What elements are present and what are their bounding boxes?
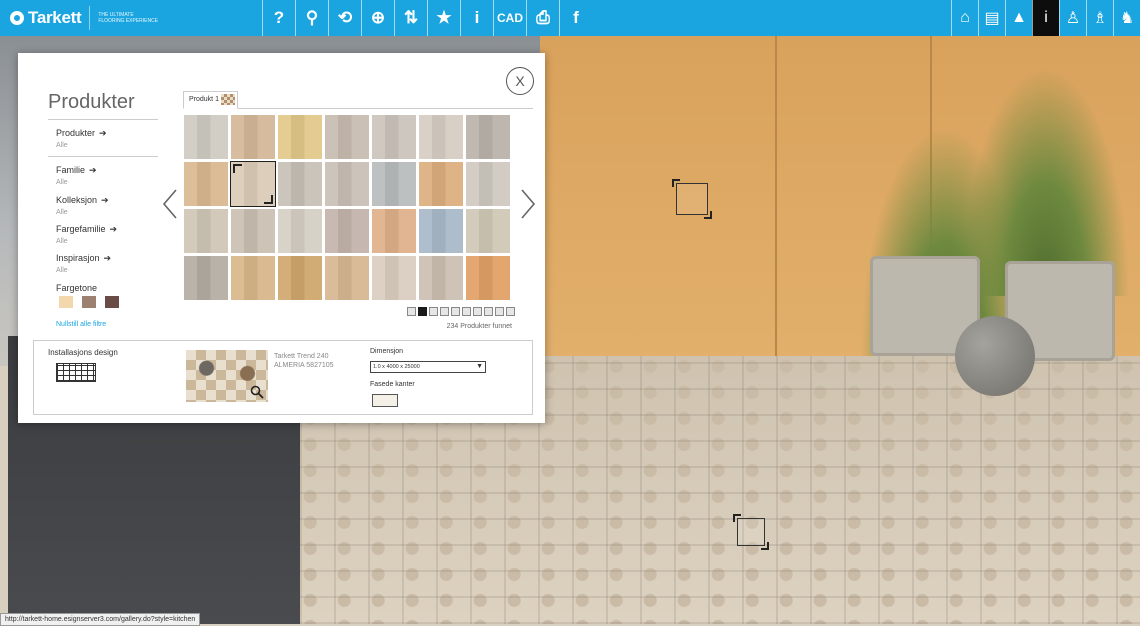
product-tile[interactable] — [325, 115, 369, 159]
floor-selection-marker[interactable] — [733, 514, 769, 550]
tarkett-logo[interactable]: Tarkett THE ULTIMATE FLOORING EXPERIENCE — [0, 0, 158, 36]
panel-title: Produkter — [48, 91, 135, 113]
product-tile[interactable] — [184, 256, 228, 300]
magnifier-icon[interactable] — [250, 385, 264, 399]
product-grid — [184, 115, 512, 302]
bevel-label: Fasede kanter — [370, 381, 415, 388]
next-page-arrow[interactable] — [520, 189, 536, 219]
page-dot[interactable] — [495, 307, 504, 316]
product-tile[interactable] — [372, 209, 416, 253]
dimension-select[interactable]: 1.0 x 4000 x 25000 ▼ — [370, 361, 486, 373]
product-tile[interactable] — [466, 256, 510, 300]
products-found-count: 234 Produkter funnet — [446, 323, 512, 330]
filter-kolleksjon[interactable]: Kolleksjon ➔ Alle — [56, 195, 109, 216]
dimension-label: Dimensjon — [370, 348, 404, 355]
filter-produkter[interactable]: Produkter ➔ Alle — [56, 128, 107, 149]
round-vase — [955, 316, 1035, 396]
product-tile[interactable] — [325, 162, 369, 206]
chevron-down-icon: ▼ — [476, 363, 483, 370]
logo-tagline: THE ULTIMATE FLOORING EXPERIENCE — [98, 12, 159, 24]
kitchen-icon[interactable]: ▤ — [978, 0, 1005, 36]
close-button[interactable]: X — [506, 67, 534, 95]
product-tile[interactable] — [372, 115, 416, 159]
fargetone-label: Fargetone — [56, 283, 98, 293]
rotate-icon[interactable]: ⟲ — [328, 0, 361, 36]
product-tile[interactable] — [231, 209, 275, 253]
info-panel-icon[interactable]: i — [1032, 0, 1059, 36]
product-tile[interactable] — [419, 115, 463, 159]
chair-icon[interactable]: ♙ — [1059, 0, 1086, 36]
install-pattern-grid-icon[interactable] — [56, 363, 96, 382]
page-dot[interactable] — [451, 307, 460, 316]
product-tile[interactable] — [466, 162, 510, 206]
product-tile[interactable] — [278, 256, 322, 300]
product-tile[interactable] — [419, 256, 463, 300]
product-tile[interactable] — [325, 256, 369, 300]
product-tile[interactable] — [372, 162, 416, 206]
color-tone-dark[interactable] — [105, 296, 119, 308]
compare-icon[interactable]: ⇅ — [394, 0, 427, 36]
product-tile[interactable] — [372, 256, 416, 300]
page-dot[interactable] — [473, 307, 482, 316]
product-tile[interactable] — [419, 162, 463, 206]
main-toolbar: ? ⚲ ⟲ ⊕ ⇅ ★ i CAD ⎙ f — [262, 0, 592, 36]
logo-mark-icon — [10, 11, 24, 25]
wall-selection-marker[interactable] — [672, 179, 712, 219]
page-dot[interactable] — [506, 307, 515, 316]
product-tile[interactable] — [419, 209, 463, 253]
rocking-horse-icon[interactable]: ♞ — [1113, 0, 1140, 36]
filter-inspirasjon[interactable]: Inspirasjon ➔ Alle — [56, 253, 111, 274]
installation-box: Installasjons design Tarkett Trend 240 A… — [33, 340, 533, 415]
tab-produkt-1[interactable]: Produkt 1 — [183, 91, 238, 109]
page-dot[interactable] — [462, 307, 471, 316]
pagination — [407, 307, 515, 316]
zoom-icon[interactable]: ⊕ — [361, 0, 394, 36]
top-bar: Tarkett THE ULTIMATE FLOORING EXPERIENCE… — [0, 0, 1140, 36]
product-panel: Produkter Produkter ➔ Alle Familie ➔ Alle … — [18, 53, 545, 423]
product-tile[interactable] — [278, 209, 322, 253]
lamp-icon[interactable]: ♗ — [1086, 0, 1113, 36]
page-dot[interactable] — [440, 307, 449, 316]
help-icon[interactable]: ? — [262, 0, 295, 36]
filter-familie[interactable]: Familie ➔ Alle — [56, 165, 97, 186]
logo-text: Tarkett — [28, 8, 82, 27]
search-icon[interactable]: ⚲ — [295, 0, 328, 36]
product-tile[interactable] — [278, 162, 322, 206]
filter-fargefamilie[interactable]: Fargefamilie ➔ Alle — [56, 224, 117, 245]
print-icon[interactable]: ⎙ — [526, 0, 559, 36]
facebook-icon[interactable]: f — [559, 0, 592, 36]
product-tile[interactable] — [184, 209, 228, 253]
page-dot[interactable] — [407, 307, 416, 316]
selected-product-name: Tarkett Trend 240 ALMERIA 5827105 — [274, 353, 334, 369]
info-icon[interactable]: i — [460, 0, 493, 36]
selected-product-thumbnail[interactable] — [186, 350, 268, 402]
product-tile[interactable] — [466, 209, 510, 253]
product-tile[interactable] — [231, 115, 275, 159]
product-tile[interactable] — [466, 115, 510, 159]
color-tone-medium[interactable] — [82, 296, 96, 308]
cad-button[interactable]: CAD — [493, 0, 526, 36]
product-tile[interactable] — [230, 161, 276, 207]
product-tile[interactable] — [325, 209, 369, 253]
star-icon[interactable]: ★ — [427, 0, 460, 36]
page-dot[interactable] — [484, 307, 493, 316]
product-tile[interactable] — [278, 115, 322, 159]
product-tile[interactable] — [184, 162, 228, 206]
scene-toolbar: ⌂ ▤ ▲ i ♙ ♗ ♞ — [951, 0, 1140, 36]
car-icon[interactable]: ▲ — [1005, 0, 1032, 36]
product-tile[interactable] — [231, 256, 275, 300]
color-tone-light[interactable] — [59, 296, 73, 308]
reset-filters-link[interactable]: Nullstill alle filtre — [56, 321, 106, 328]
install-design-label: Installasjons design — [48, 348, 118, 357]
status-url: http://tarkett-home.esignserver3.com/gal… — [0, 613, 201, 626]
tab-thumbnail — [220, 94, 235, 105]
bevel-edge-icon[interactable] — [372, 394, 398, 407]
prev-page-arrow[interactable] — [162, 189, 178, 219]
product-tile[interactable] — [184, 115, 228, 159]
page-dot[interactable] — [418, 307, 427, 316]
room-view-icon[interactable]: ⌂ — [951, 0, 978, 36]
page-dot[interactable] — [429, 307, 438, 316]
